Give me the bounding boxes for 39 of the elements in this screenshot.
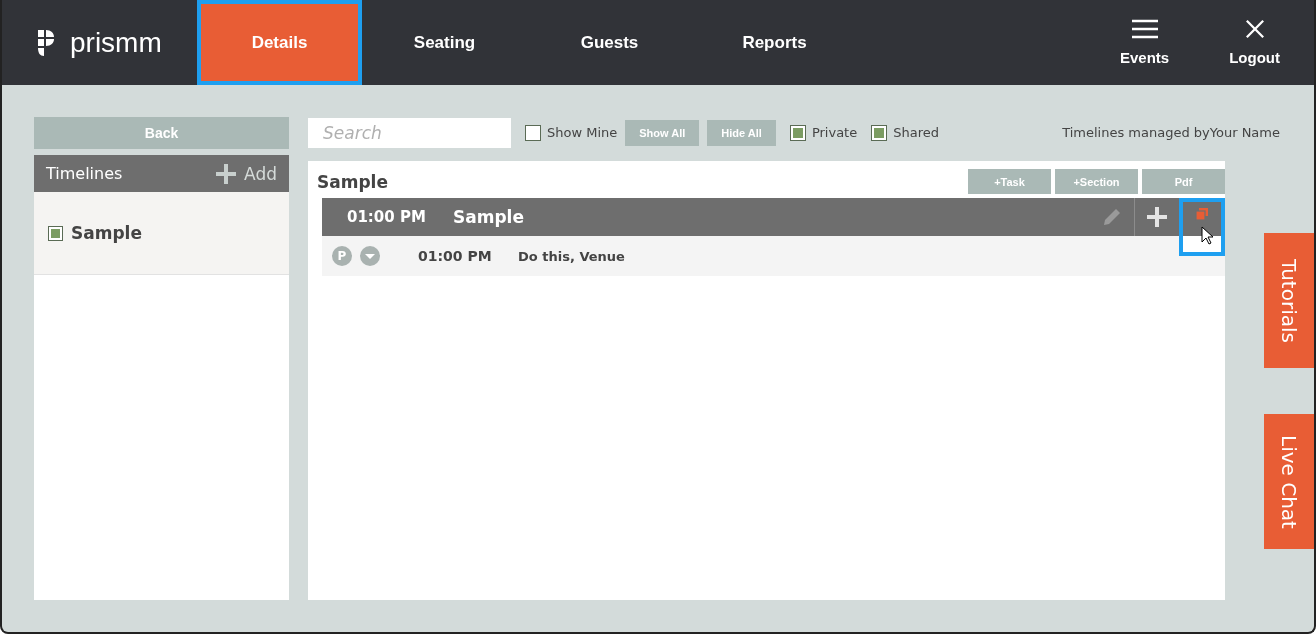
close-icon xyxy=(1243,19,1266,39)
action-button[interactable]: Pdf xyxy=(1142,169,1225,194)
search-field[interactable]: Search xyxy=(308,117,511,148)
filter-checkbox[interactable]: Private xyxy=(789,124,858,141)
side-tab[interactable]: Live Chat xyxy=(1264,414,1314,549)
menu-icon xyxy=(1130,19,1159,39)
filter-button[interactable]: Show All xyxy=(625,119,700,146)
copy-icon xyxy=(1195,207,1209,221)
checkbox[interactable] xyxy=(789,124,806,141)
task-text: Do this, Venue xyxy=(518,248,625,264)
back-button[interactable]: Back xyxy=(34,117,289,149)
section-title: Sample xyxy=(453,207,524,227)
copy-button[interactable] xyxy=(1179,198,1225,256)
side-tab[interactable]: Tutorials xyxy=(1264,233,1314,368)
timeline-title: Sample xyxy=(317,171,388,192)
nav-tab[interactable]: Reports xyxy=(692,0,857,85)
managed-by-text: Timelines managed byYour Name xyxy=(1062,125,1280,140)
brand-name: prismm xyxy=(70,26,162,59)
checkbox[interactable] xyxy=(525,124,541,141)
nav-tab[interactable]: Guests xyxy=(527,0,692,85)
logout-button[interactable]: Logout xyxy=(1219,0,1290,85)
timelines-title: Timelines xyxy=(46,164,123,183)
checkbox[interactable] xyxy=(871,124,888,141)
nav-tab[interactable]: Details xyxy=(197,0,362,85)
task-time: 01:00 PM xyxy=(418,248,493,264)
section-time: 01:00 PM xyxy=(347,208,427,226)
filter-checkbox[interactable]: Show Mine xyxy=(525,124,618,141)
nav-tab[interactable]: Seating xyxy=(362,0,527,85)
cursor-icon xyxy=(1201,226,1215,246)
action-button[interactable]: +Section xyxy=(1055,169,1138,194)
events-button[interactable]: Events xyxy=(1110,0,1180,85)
priority-badge: P xyxy=(332,246,352,266)
logo-icon xyxy=(36,27,56,58)
action-button[interactable]: +Task xyxy=(968,169,1051,194)
timeline-item[interactable]: Sample xyxy=(34,192,289,275)
checkbox[interactable] xyxy=(48,225,63,241)
filter-checkbox[interactable]: Shared xyxy=(871,124,939,141)
add-button[interactable]: Add xyxy=(216,163,277,184)
filter-button[interactable]: Hide All xyxy=(707,119,776,146)
